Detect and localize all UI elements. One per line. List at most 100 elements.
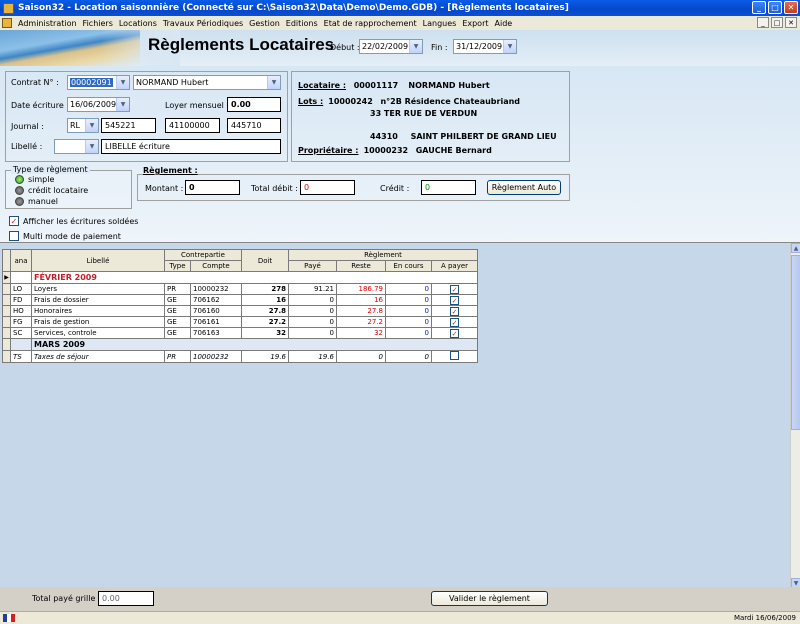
date-ecriture-label: Date écriture : bbox=[11, 101, 69, 110]
lots-address: 33 TER RUE DE VERDUN bbox=[370, 109, 478, 118]
menu-etat-rapprochement[interactable]: Etat de rapprochement bbox=[321, 19, 420, 28]
grid-area: ana Libellé Contrepartie Doit Règlement … bbox=[0, 242, 800, 588]
menu-langues[interactable]: Langues bbox=[420, 19, 460, 28]
journal-account-1-input[interactable]: 545221 bbox=[101, 118, 156, 133]
title-bar: Saison32 - Location saisonnière (Connect… bbox=[0, 0, 800, 16]
table-row[interactable]: FG Frais de gestion GE 706161 27.2 0 27.… bbox=[2, 316, 478, 328]
contrat-select[interactable]: 00002091 ▼ bbox=[67, 75, 130, 90]
total-debit-input[interactable]: 0 bbox=[300, 180, 355, 195]
a-payer-checkbox[interactable]: ✓ bbox=[431, 283, 478, 295]
montant-input[interactable]: 0 bbox=[185, 180, 240, 195]
checkbox-checked-icon: ✓ bbox=[9, 216, 19, 226]
libelle-select[interactable]: ▼ bbox=[54, 139, 99, 154]
chevron-down-icon: ▼ bbox=[503, 40, 516, 53]
col-ana: ana bbox=[10, 249, 32, 272]
total-paye-input[interactable]: 0.00 bbox=[98, 591, 154, 606]
radio-unselected-icon bbox=[15, 197, 24, 206]
a-payer-checkbox[interactable] bbox=[431, 350, 478, 363]
menu-bar: Administration Fichiers Locations Travau… bbox=[0, 16, 800, 30]
lots-city: 44310 SAINT PHILBERT DE GRAND LIEU bbox=[370, 132, 557, 141]
checkbox-unchecked-icon bbox=[9, 231, 19, 241]
reglement-auto-button[interactable]: Règlement Auto bbox=[487, 180, 561, 195]
menu-travaux-periodiques[interactable]: Travaux Périodiques bbox=[160, 19, 246, 28]
radio-credit-locataire[interactable]: crédit locataire bbox=[15, 186, 88, 195]
table-row[interactable]: FD Frais de dossier GE 706162 16 0 16 0 … bbox=[2, 294, 478, 306]
menu-locations[interactable]: Locations bbox=[116, 19, 160, 28]
close-button[interactable]: ✕ bbox=[784, 1, 798, 14]
chevron-down-icon: ▼ bbox=[85, 140, 98, 153]
fin-label: Fin : bbox=[431, 43, 448, 52]
loyer-mensuel-input[interactable]: 0.00 bbox=[227, 97, 281, 112]
month-row-fevrier[interactable]: ▶ FÉVRIER 2009 bbox=[2, 271, 478, 284]
debut-date-select[interactable]: 22/02/2009 ▼ bbox=[359, 39, 423, 54]
journal-account-3-input[interactable]: 445710 bbox=[227, 118, 281, 133]
menu-administration[interactable]: Administration bbox=[15, 19, 80, 28]
multi-mode-checkbox[interactable]: Multi mode de paiement bbox=[9, 231, 121, 241]
date-ecriture-select[interactable]: 16/06/2009 ▼ bbox=[67, 97, 130, 112]
proprietaire-line: Propriétaire : 10000232 GAUCHE Bernard bbox=[298, 146, 492, 155]
type-reglement-label: Type de règlement bbox=[11, 165, 90, 174]
checkbox-checked-icon: ✓ bbox=[450, 295, 459, 305]
lots-line: Lots : 10000242 n°2B Résidence Chateaubr… bbox=[298, 97, 521, 106]
credit-input[interactable]: 0 bbox=[421, 180, 476, 195]
a-payer-checkbox[interactable]: ✓ bbox=[431, 294, 478, 306]
col-en-cours: En cours bbox=[385, 260, 432, 272]
maximize-button[interactable]: □ bbox=[768, 1, 782, 14]
table-row[interactable]: TS Taxes de séjour PR 10000232 19.6 19.6… bbox=[2, 350, 478, 363]
menu-export[interactable]: Export bbox=[459, 19, 491, 28]
month-row-mars[interactable]: MARS 2009 bbox=[2, 338, 478, 351]
checkbox-unchecked-icon bbox=[450, 351, 459, 360]
child-close-button[interactable]: ✕ bbox=[785, 17, 797, 28]
menu-aide[interactable]: Aide bbox=[492, 19, 516, 28]
loyer-mensuel-label: Loyer mensuel : bbox=[165, 101, 230, 110]
menu-gestion[interactable]: Gestion bbox=[246, 19, 283, 28]
libelle-input[interactable]: LIBELLE écriture bbox=[101, 139, 281, 154]
menu-editions[interactable]: Editions bbox=[283, 19, 321, 28]
journal-label: Journal : bbox=[11, 122, 44, 131]
checkbox-checked-icon: ✓ bbox=[450, 328, 459, 338]
radio-simple[interactable]: simple bbox=[15, 175, 54, 184]
journal-account-2-input[interactable]: 41100000 bbox=[165, 118, 220, 133]
footer-bar: Total payé grille : 0.00 Valider le règl… bbox=[0, 587, 800, 611]
locataire-line: Locataire : 00001117 NORMAND Hubert bbox=[298, 81, 490, 90]
checkbox-checked-icon: ✓ bbox=[450, 317, 459, 327]
col-a-payer: A payer bbox=[431, 260, 478, 272]
menu-fichiers[interactable]: Fichiers bbox=[80, 19, 116, 28]
col-type: Type bbox=[164, 260, 191, 272]
app-icon bbox=[3, 2, 14, 14]
status-date: Mardi 16/06/2009 bbox=[733, 614, 796, 622]
scroll-thumb[interactable] bbox=[791, 255, 800, 430]
contrat-name-select[interactable]: NORMAND Hubert ▼ bbox=[133, 75, 281, 90]
a-payer-checkbox[interactable]: ✓ bbox=[431, 327, 478, 339]
total-debit-label: Total débit : bbox=[251, 184, 298, 193]
row-indicator-icon: ▶ bbox=[2, 271, 11, 284]
child-minimize-button[interactable]: _ bbox=[757, 17, 769, 28]
radio-unselected-icon bbox=[15, 186, 24, 195]
form-panel: Contrat N° : 00002091 ▼ NORMAND Hubert ▼ D… bbox=[0, 66, 800, 242]
afficher-ecritures-checkbox[interactable]: ✓ Afficher les écritures soldées bbox=[9, 216, 138, 226]
table-row[interactable]: LO Loyers PR 10000232 278 91.21 186.79 0… bbox=[2, 283, 478, 295]
valider-reglement-button[interactable]: Valider le règlement bbox=[431, 591, 548, 606]
scroll-up-icon[interactable]: ▲ bbox=[791, 243, 800, 253]
col-paye: Payé bbox=[288, 260, 337, 272]
window-title: Saison32 - Location saisonnière (Connect… bbox=[18, 3, 569, 13]
vertical-scrollbar[interactable]: ▲ ▼ bbox=[790, 243, 800, 588]
col-libelle: Libellé bbox=[31, 249, 165, 272]
fin-date-select[interactable]: 31/12/2009 ▼ bbox=[453, 39, 517, 54]
radio-manuel[interactable]: manuel bbox=[15, 197, 58, 206]
debut-label: Début : bbox=[330, 43, 360, 52]
child-restore-button[interactable]: □ bbox=[771, 17, 783, 28]
journal-select[interactable]: RL ▼ bbox=[67, 118, 99, 133]
total-paye-label: Total payé grille : bbox=[32, 594, 101, 603]
checkbox-checked-icon: ✓ bbox=[450, 306, 459, 316]
minimize-button[interactable]: _ bbox=[752, 1, 766, 14]
table-row[interactable]: SC Services, controle GE 706163 32 0 32 … bbox=[2, 327, 478, 339]
a-payer-checkbox[interactable]: ✓ bbox=[431, 316, 478, 328]
status-bar: Mardi 16/06/2009 bbox=[0, 611, 800, 624]
table-row[interactable]: HO Honoraires GE 706160 27.8 0 27.8 0 ✓ bbox=[2, 305, 478, 317]
french-flag-icon bbox=[3, 614, 15, 622]
reglement-label: Règlement : bbox=[143, 166, 198, 175]
col-reglement: Règlement bbox=[288, 249, 478, 261]
a-payer-checkbox[interactable]: ✓ bbox=[431, 305, 478, 317]
chevron-down-icon: ▼ bbox=[85, 119, 98, 132]
